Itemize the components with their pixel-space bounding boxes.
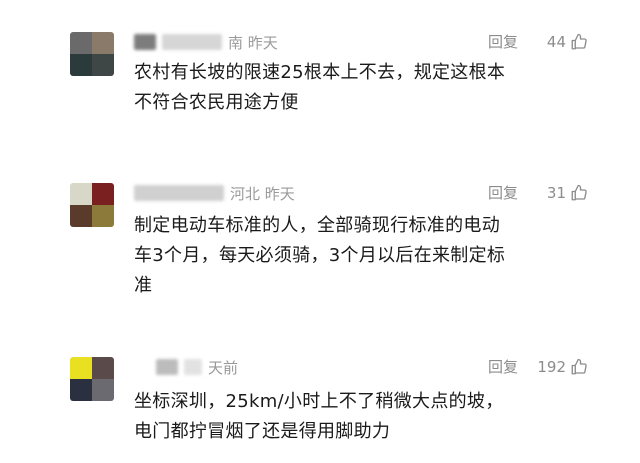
like-button[interactable]: 192 — [537, 357, 588, 377]
username-blurred[interactable]: 天前 — [134, 357, 238, 377]
like-count: 31 — [546, 184, 566, 202]
comment-text-line: 车3个月，每天必须骑，3个月以后在来制定标 — [134, 245, 506, 266]
comment-text-line: 不符合农民用途方便 — [134, 92, 299, 113]
like-count: 192 — [537, 358, 566, 376]
username-blurred[interactable]: 河北 昨天 — [134, 183, 295, 203]
thumbs-up-icon — [571, 33, 587, 50]
reply-button[interactable]: 回复 — [488, 32, 518, 52]
avatar[interactable] — [70, 32, 114, 76]
like-button[interactable]: 44 — [547, 32, 588, 52]
comment-text-line: 准 — [134, 275, 153, 296]
like-count: 44 — [546, 33, 566, 51]
comment-text-line: 坐标深圳，25km/小时上不了稍微大点的坡， — [134, 391, 504, 412]
location-time: 河北 昨天 — [230, 184, 295, 203]
reply-button[interactable]: 回复 — [488, 183, 518, 203]
like-button[interactable]: 31 — [547, 183, 588, 203]
comment-text-line: 制定电动车标准的人，全部骑现行标准的电动 — [134, 215, 500, 236]
comment-text-line: 农村有长坡的限速25根本上不去，规定这根本 — [134, 62, 506, 83]
thumbs-up-icon — [571, 184, 587, 201]
reply-button[interactable]: 回复 — [488, 357, 518, 377]
username-blurred[interactable]: 南 昨天 — [134, 32, 278, 52]
comment-text-line: 电门都拧冒烟了还是得用脚助力 — [134, 421, 391, 442]
location-time: 南 昨天 — [228, 33, 278, 52]
location-time: 天前 — [208, 358, 239, 377]
avatar[interactable] — [70, 183, 114, 227]
thumbs-up-icon — [571, 358, 587, 375]
avatar[interactable] — [70, 357, 114, 401]
